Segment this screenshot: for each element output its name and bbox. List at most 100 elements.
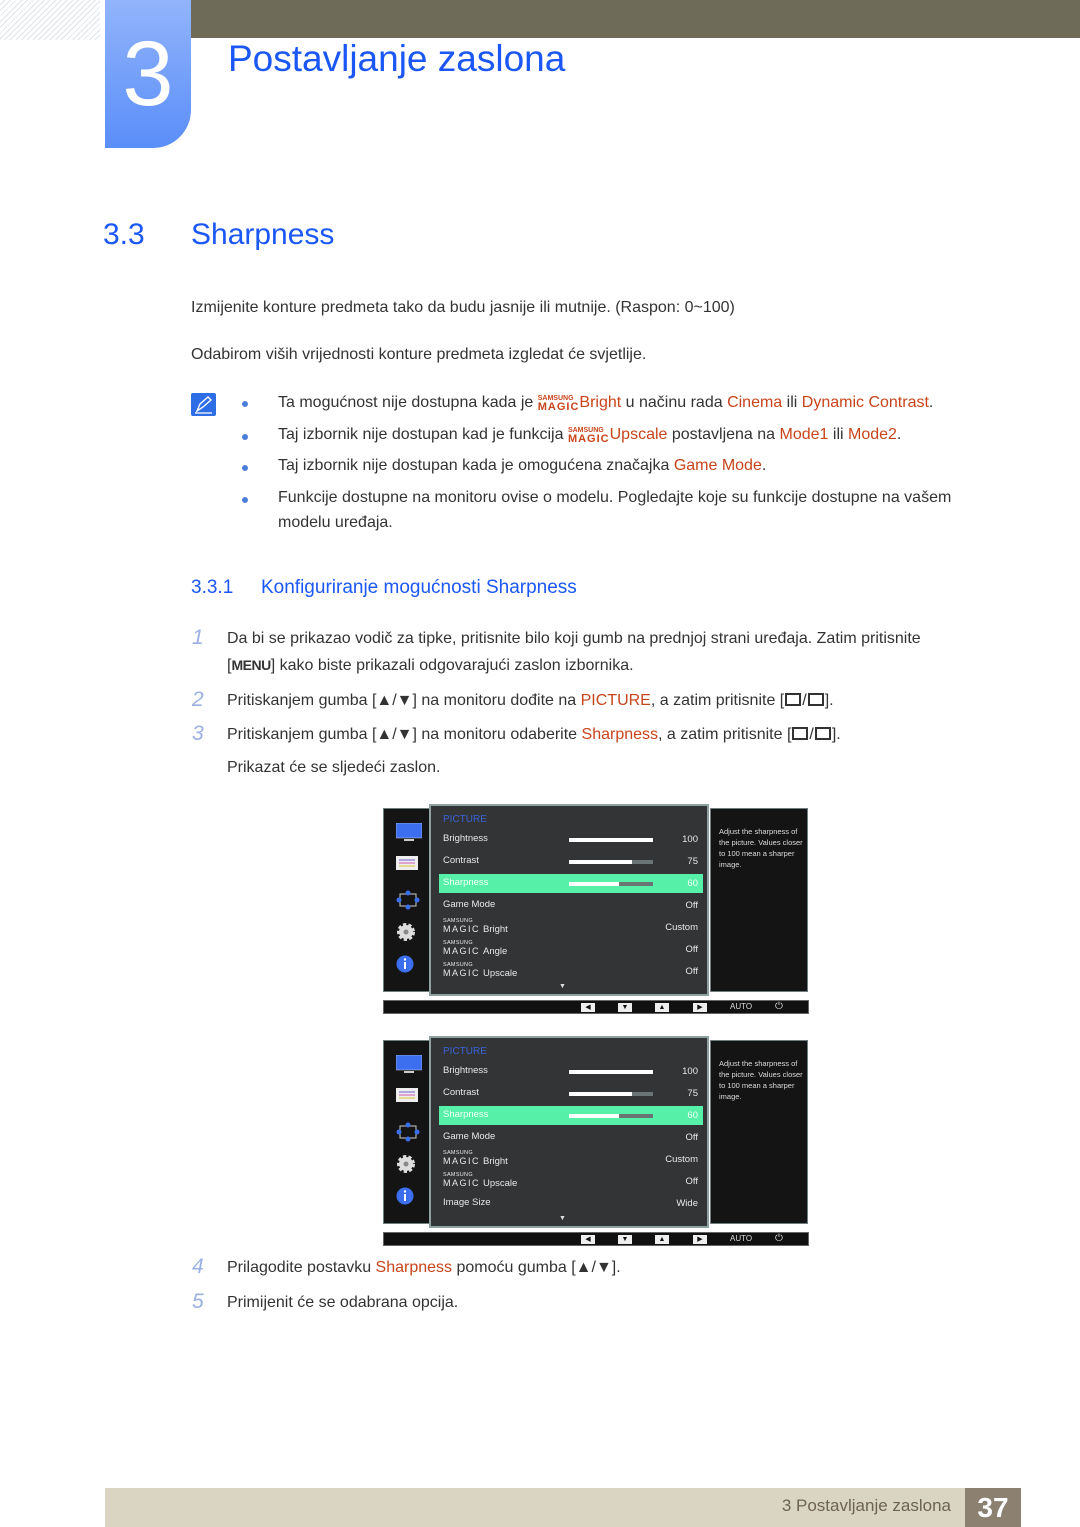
osd-menu-item[interactable]: SAMSUNG MAGIC Upscale Off (439, 962, 703, 981)
auto-button[interactable]: AUTO (730, 1002, 752, 1011)
note-4: Funkcije dostupne na monitoru ovise o mo… (278, 489, 952, 531)
down-arrow-icon[interactable]: ▼ (618, 1003, 632, 1012)
osd-button-guide: ◀ ▼ ▲ ▶ AUTO ⏻ (383, 1000, 809, 1014)
note-2: Taj izbornik nije dostupan kad je funkci… (278, 426, 902, 445)
osd-category-sidebar (383, 808, 430, 992)
power-icon[interactable]: ⏻ (775, 1001, 783, 1012)
osd-row-label: Image Size (443, 1197, 491, 1208)
intro-paragraph-2: Odabirom viših vrijednosti konture predm… (191, 346, 647, 363)
osd-row-value: 75 (687, 1088, 698, 1099)
header-bar (190, 0, 1080, 38)
step-1: Da bi se prikazao vodič za tipke, pritis… (227, 626, 921, 679)
osd-help-text: Adjust the sharpness of the picture. Val… (719, 1059, 803, 1101)
osd-slider[interactable] (569, 882, 653, 886)
osd-menu-item[interactable]: Sharpness 60 (439, 1106, 703, 1125)
auto-button[interactable]: AUTO (730, 1234, 752, 1243)
osd-menu-item[interactable]: Game Mode Off (439, 1128, 703, 1147)
left-arrow-icon[interactable]: ◀ (581, 1003, 595, 1012)
section-number: 3.3 (103, 218, 145, 251)
osd-row-value: 75 (687, 856, 698, 867)
monitor-icon[interactable] (395, 1054, 423, 1080)
monitor-icon[interactable] (395, 822, 423, 848)
osd-menu-panel: PICTURE Brightness 100 Contrast 75 Sharpness 6… (429, 804, 709, 996)
step-5: Primijenit će se odabrana opcija. (227, 1294, 459, 1311)
note-pencil-icon (191, 393, 216, 416)
footer-chapter: 3 Postavljanje zaslona (781, 1496, 951, 1515)
step-2: Pritiskanjem gumba [▲/▼] na monitoru dođ… (227, 692, 834, 709)
osd-row-value: 100 (682, 834, 698, 845)
osd-menu-item[interactable]: Game Mode Off (439, 896, 703, 915)
source-enter-icon (792, 727, 809, 740)
osd-menu-item[interactable]: Contrast 75 (439, 852, 703, 871)
down-arrow-icon[interactable]: ▼ (618, 1235, 632, 1244)
osd-row-value: 100 (682, 1066, 698, 1077)
bullet-icon (242, 401, 248, 407)
osd-menu-item[interactable]: Contrast 75 (439, 1084, 703, 1103)
header-decoration (0, 0, 100, 40)
up-down-arrows-icon: ▲/▼ (376, 692, 413, 709)
osd-row-value: 60 (687, 1110, 698, 1121)
osd-row-label: Brightness (443, 1065, 488, 1076)
power-icon[interactable]: ⏻ (775, 1233, 783, 1244)
source-enter-icon (785, 693, 802, 706)
samsung-magic-logo: SAMSUNG MAGIC Upscale (443, 962, 518, 979)
osd-menu-item[interactable]: Image Size Wide (439, 1194, 703, 1213)
enter-icon (814, 727, 831, 740)
mode-name: Cinema (727, 394, 783, 411)
osd-menu-item[interactable]: Sharpness 60 (439, 874, 703, 893)
bullet-icon (242, 434, 248, 440)
info-icon[interactable] (396, 1187, 414, 1210)
osd-slider[interactable] (569, 860, 653, 864)
mode-name: Dynamic Contrast (801, 394, 929, 411)
osd-menu-title: PICTURE (443, 814, 487, 825)
osd-button-guide: ◀ ▼ ▲ ▶ AUTO ⏻ (383, 1232, 809, 1246)
osd-menu-item[interactable]: SAMSUNG MAGIC Bright Custom (439, 1150, 703, 1169)
osd-menu-item[interactable]: SAMSUNG MAGIC Bright Custom (439, 918, 703, 937)
step-3: Pritiskanjem gumba [▲/▼] na monitoru oda… (227, 726, 841, 776)
osd-slider[interactable] (569, 838, 653, 842)
size-position-icon[interactable] (396, 889, 420, 916)
osd-row-label: Sharpness (443, 1109, 489, 1120)
right-arrow-icon[interactable]: ▶ (693, 1235, 707, 1244)
osd-row-value: 60 (687, 878, 698, 889)
samsung-magic-logo: SAMSUNG MAGIC Angle (443, 940, 508, 957)
info-icon[interactable] (396, 955, 414, 978)
samsung-magic-logo: SAMSUNG MAGIC Upscale (443, 1172, 518, 1189)
gear-icon[interactable] (396, 922, 416, 947)
up-down-arrows-icon: ▲/▼ (575, 1259, 612, 1276)
settings-lines-icon[interactable] (396, 856, 418, 875)
up-arrow-icon[interactable]: ▲ (655, 1235, 669, 1244)
osd-help-panel: Adjust the sharpness of the picture. Val… (710, 808, 808, 992)
step-4: Prilagodite postavku Sharpness pomoću gu… (227, 1259, 621, 1276)
osd-menu-item[interactable]: Brightness 100 (439, 1062, 703, 1081)
osd-row-value: Off (685, 966, 699, 977)
up-arrow-icon[interactable]: ▲ (655, 1003, 669, 1012)
intro-paragraph-1: Izmijenite konture predmeta tako da budu… (191, 299, 735, 316)
osd-row-value: Off (685, 1176, 699, 1187)
osd-row-value: Wide (676, 1198, 698, 1209)
size-position-icon[interactable] (396, 1121, 420, 1148)
osd-slider[interactable] (569, 1092, 653, 1096)
osd-slider[interactable] (569, 1070, 653, 1074)
page-footer: 3 Postavljanje zaslona 37 (105, 1488, 1021, 1527)
left-arrow-icon[interactable]: ◀ (581, 1235, 595, 1244)
step-number: 1 (192, 626, 204, 649)
osd-row-value: Off (685, 900, 699, 911)
step-number: 4 (192, 1255, 204, 1278)
osd-menu-item[interactable]: SAMSUNG MAGIC Angle Off (439, 940, 703, 959)
samsung-magic-logo: SAMSUNG MAGIC (537, 395, 580, 413)
bullet-icon (242, 465, 248, 471)
osd-help-text: Adjust the sharpness of the picture. Val… (719, 827, 803, 869)
settings-lines-icon[interactable] (396, 1088, 418, 1107)
osd-menu-item[interactable]: SAMSUNG MAGIC Upscale Off (439, 1172, 703, 1191)
gear-icon[interactable] (396, 1154, 416, 1179)
step-number: 5 (192, 1290, 204, 1313)
samsung-magic-logo: SAMSUNG MAGIC (567, 427, 610, 445)
osd-slider[interactable] (569, 1114, 653, 1118)
osd-menu-item[interactable]: Brightness 100 (439, 830, 703, 849)
up-down-arrows-icon: ▲/▼ (376, 726, 413, 743)
page-number: 37 (965, 1488, 1021, 1527)
step-number: 3 (192, 722, 204, 745)
right-arrow-icon[interactable]: ▶ (693, 1003, 707, 1012)
osd-row-label: Contrast (443, 1087, 479, 1098)
